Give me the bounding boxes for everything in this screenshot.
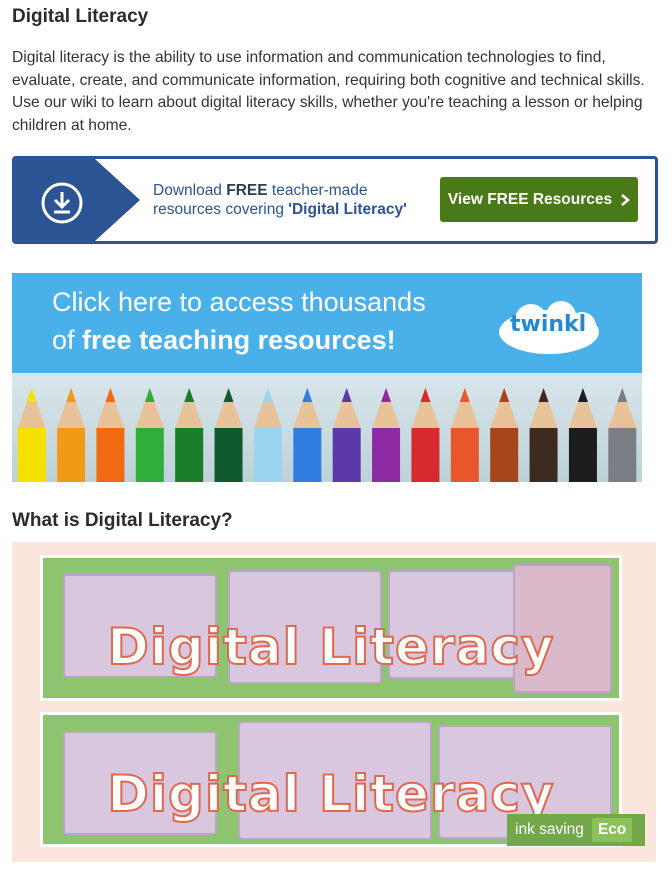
pencil <box>608 388 637 482</box>
banner-title-1: Digital Literacy <box>106 617 555 677</box>
pencil <box>253 388 282 482</box>
pencil <box>175 388 204 482</box>
pencil <box>96 388 125 482</box>
view-free-resources-button[interactable]: View FREE Resources <box>440 177 638 222</box>
pencil <box>332 388 361 482</box>
pencil <box>293 388 322 482</box>
ad-headline-2: of free teaching resources! <box>52 325 396 356</box>
ad-headline-2-prefix: of <box>52 325 83 355</box>
section-heading: What is Digital Literacy? <box>12 510 233 531</box>
ad-headline-2-bold: free teaching resources! <box>82 325 396 355</box>
intro-paragraph: Digital literacy is the ability to use i… <box>12 49 645 134</box>
eco-badge-label: Eco <box>591 818 633 842</box>
pencil <box>568 388 597 482</box>
eco-badge: ink saving Eco <box>507 814 645 846</box>
chevron-right-icon <box>621 193 631 206</box>
colored-pencils-image <box>17 388 637 482</box>
pencil <box>135 388 164 482</box>
twinkl-logo: twinkl <box>510 312 587 337</box>
eco-label: ink saving <box>515 821 584 838</box>
resource-cta-banner[interactable]: Download FREE teacher-made resources cov… <box>12 156 658 244</box>
cta-text-free: FREE <box>226 182 268 199</box>
page-title: Digital Literacy <box>12 6 149 27</box>
pencil <box>529 388 558 482</box>
view-free-resources-label: View FREE Resources <box>447 190 613 208</box>
twinkl-ad-banner[interactable]: Click here to access thousands of free t… <box>12 273 642 482</box>
download-icon <box>41 182 83 224</box>
cta-text: Download FREE teacher-made resources cov… <box>153 181 428 219</box>
cta-text-before: Download <box>153 182 227 199</box>
digital-literacy-image: Digital Literacy Digital Literacy ink sa… <box>12 542 656 862</box>
pencil <box>411 388 440 482</box>
pencil <box>372 388 401 482</box>
pencil <box>450 388 479 482</box>
pencil <box>17 388 46 482</box>
cta-topic: 'Digital Literacy' <box>288 201 407 218</box>
ad-headline-1: Click here to access thousands <box>52 287 426 317</box>
pencil <box>214 388 243 482</box>
pencil <box>57 388 86 482</box>
display-banner-top: Digital Literacy <box>40 555 622 701</box>
pencil <box>490 388 519 482</box>
